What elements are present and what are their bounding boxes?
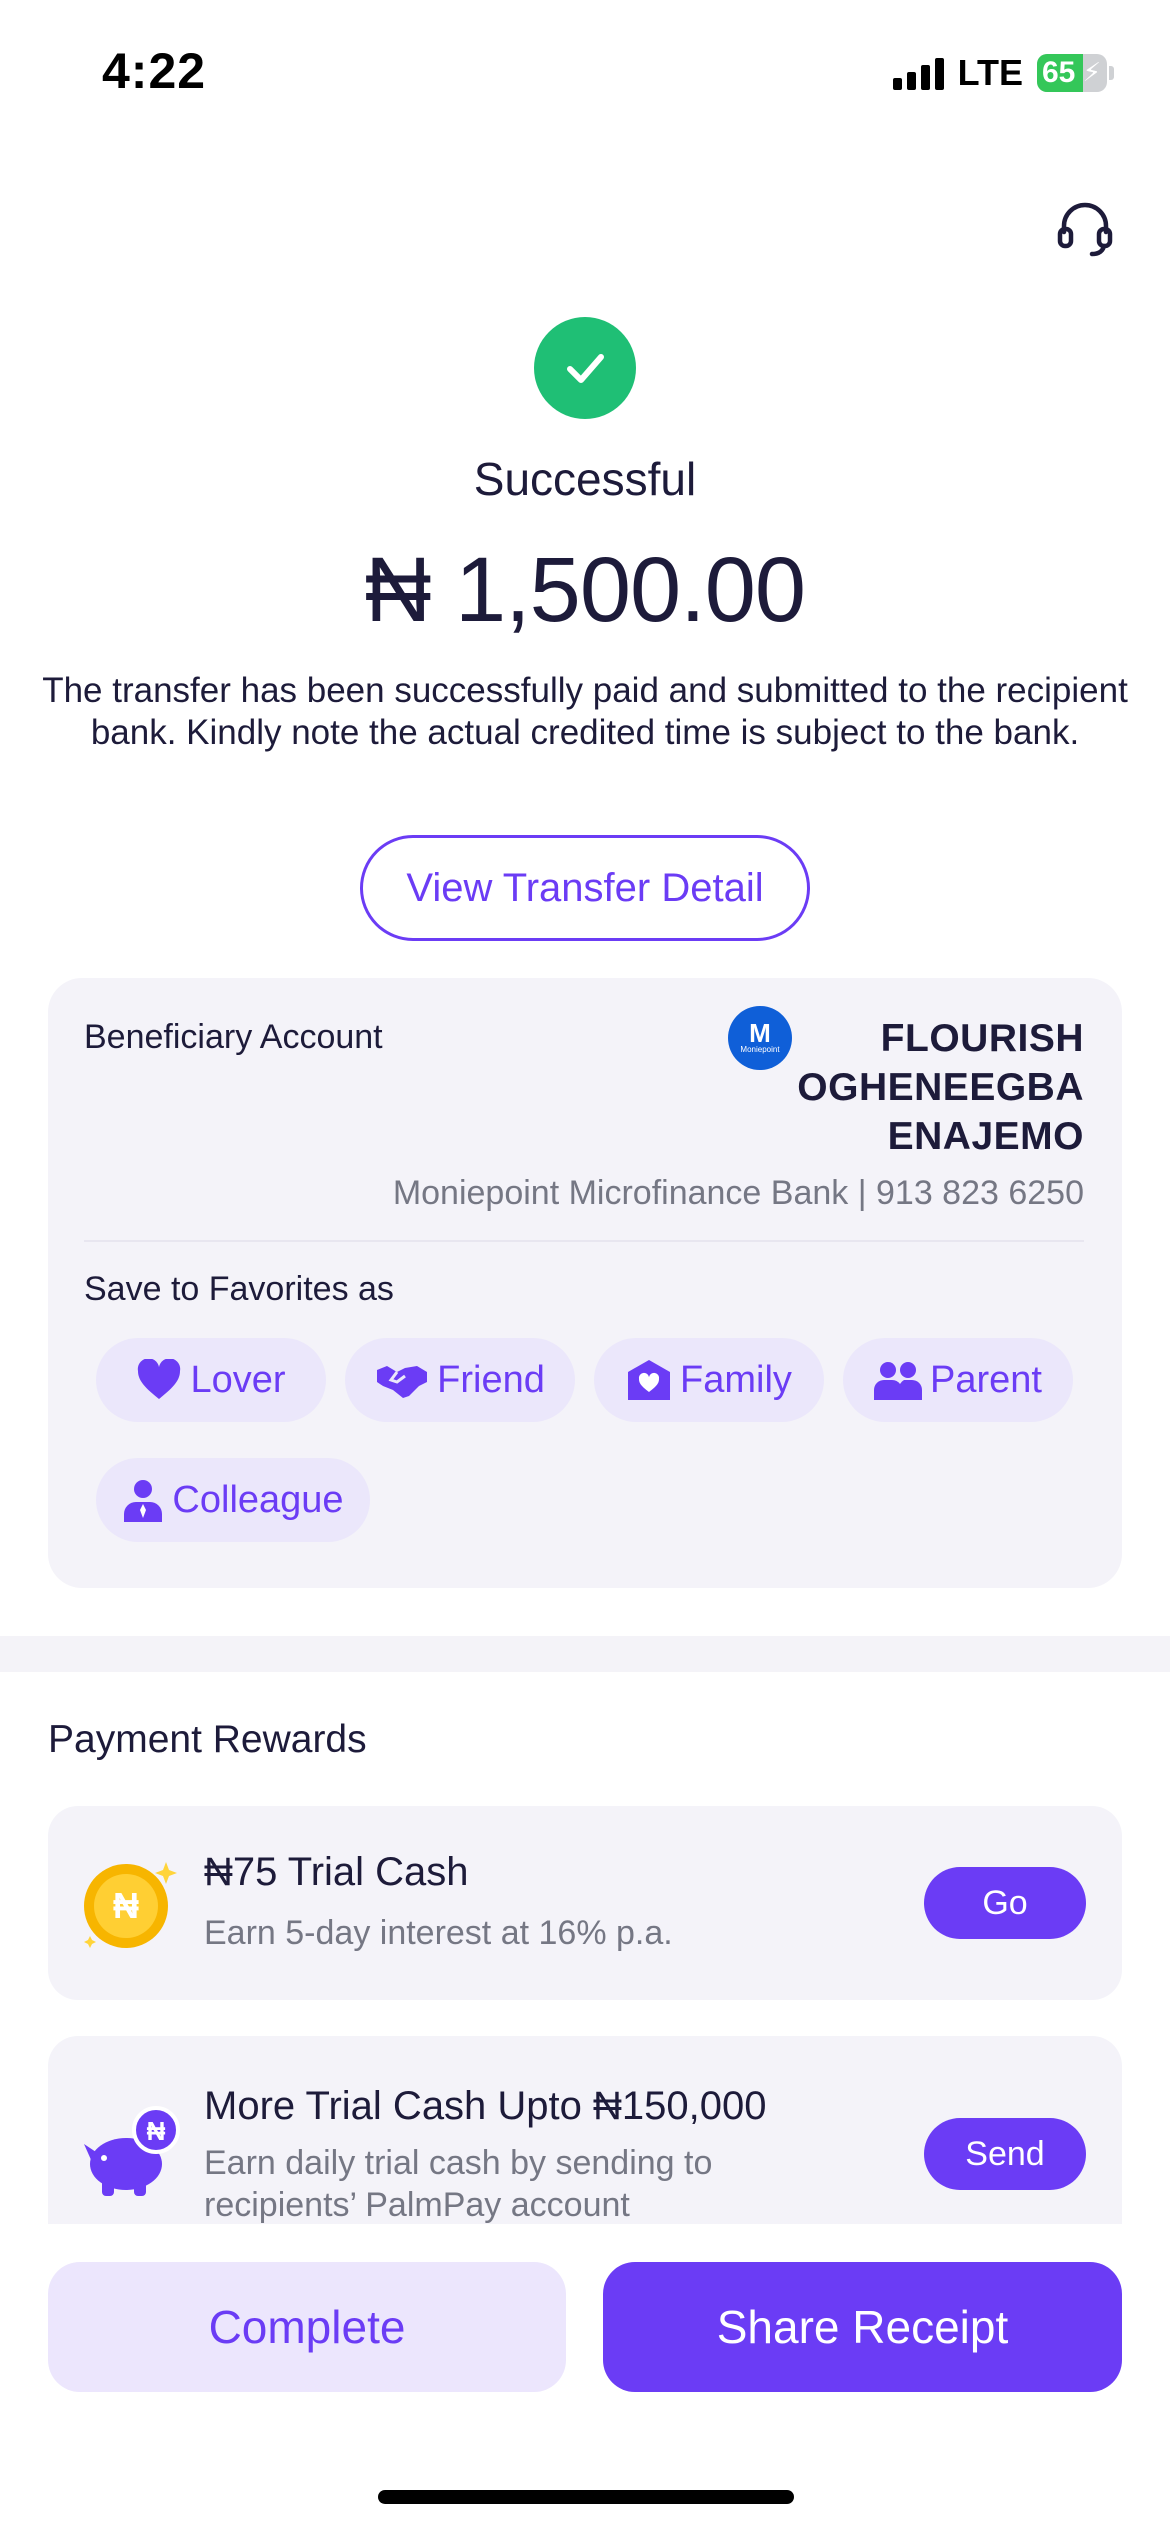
headset-icon[interactable] [1054, 196, 1116, 258]
beneficiary-bank-account: Moniepoint Microfinance Bank | 913 823 6… [392, 1174, 1084, 1212]
favorite-label: Lover [190, 1358, 286, 1401]
beneficiary-label: Beneficiary Account [84, 1018, 383, 1056]
reward-card-more-trial-cash[interactable]: ₦ More Trial Cash Upto ₦150,000 Earn dai… [48, 2036, 1122, 2224]
favorite-chip-lover[interactable]: Lover [96, 1338, 326, 1422]
beneficiary-name: FLOURISH OGHENEEGBA ENAJEMO [797, 1017, 1084, 1158]
svg-text:₦: ₦ [147, 2116, 166, 2146]
reward-title: ₦75 Trial Cash [204, 1850, 469, 1894]
reward-title: More Trial Cash Upto ₦150,000 [204, 2084, 767, 2128]
person-tie-icon [124, 1480, 163, 1522]
heart-icon [138, 1359, 181, 1399]
charging-icon: ⚡ [1082, 57, 1101, 87]
reward-subtitle: Earn daily trial cash by sending to reci… [204, 2144, 713, 2224]
bank-logo: M Moniepoint [728, 1006, 792, 1070]
go-button[interactable]: Go [924, 1867, 1086, 1939]
favorite-label: Family [680, 1358, 792, 1401]
home-heart-icon [628, 1360, 671, 1400]
status-indicators: LTE 65 ⚡ [892, 52, 1114, 94]
people-icon [874, 1362, 923, 1400]
status-bar: 4:22 LTE 65 ⚡ [0, 0, 1170, 150]
favorite-chip-colleague[interactable]: Colleague [96, 1458, 370, 1542]
section-divider [0, 1636, 1170, 1672]
favorite-label: Colleague [172, 1478, 344, 1521]
signal-icon [892, 56, 944, 90]
divider [84, 1240, 1084, 1242]
home-indicator[interactable] [378, 2490, 794, 2504]
share-receipt-button[interactable]: Share Receipt [603, 2262, 1122, 2392]
battery-cap [1109, 66, 1114, 80]
status-time: 4:22 [102, 43, 207, 99]
svg-text:₦: ₦ [113, 1885, 139, 1926]
rewards-title: Payment Rewards [48, 1718, 367, 1761]
favorite-chip-family[interactable]: Family [594, 1338, 824, 1422]
favorite-chip-parent[interactable]: Parent [843, 1338, 1073, 1422]
view-transfer-detail-button[interactable]: View Transfer Detail [360, 835, 810, 941]
handshake-icon [377, 1366, 428, 1398]
status-title: Successful [473, 453, 697, 505]
battery-percent: 65 [1042, 56, 1076, 89]
favorite-label: Parent [930, 1358, 1042, 1401]
send-button[interactable]: Send [924, 2118, 1086, 2190]
naira-coin-icon: ₦ [84, 1862, 177, 1948]
favorite-chip-friend[interactable]: Friend [345, 1338, 575, 1422]
complete-button[interactable]: Complete [48, 2262, 566, 2392]
check-circle-icon [534, 317, 636, 419]
piggy-bank-icon: ₦ [84, 2106, 180, 2196]
favorites-label: Save to Favorites as [84, 1270, 394, 1308]
favorite-label: Friend [437, 1358, 545, 1401]
status-message: The transfer has been successfully paid … [42, 671, 1128, 752]
bottom-action-bar: Complete Share Receipt [0, 2224, 1170, 2532]
beneficiary-card: Beneficiary Account M Moniepoint FLOURIS… [48, 978, 1122, 1588]
reward-subtitle: Earn 5-day interest at 16% p.a. [204, 1914, 673, 1952]
reward-card-trial-cash[interactable]: ₦ ₦75 Trial Cash Earn 5-day interest at … [48, 1806, 1122, 2000]
battery-icon: 65 ⚡ [1037, 54, 1107, 92]
transfer-amount: ₦ 1,500.00 [364, 539, 806, 641]
network-label: LTE [957, 52, 1023, 93]
